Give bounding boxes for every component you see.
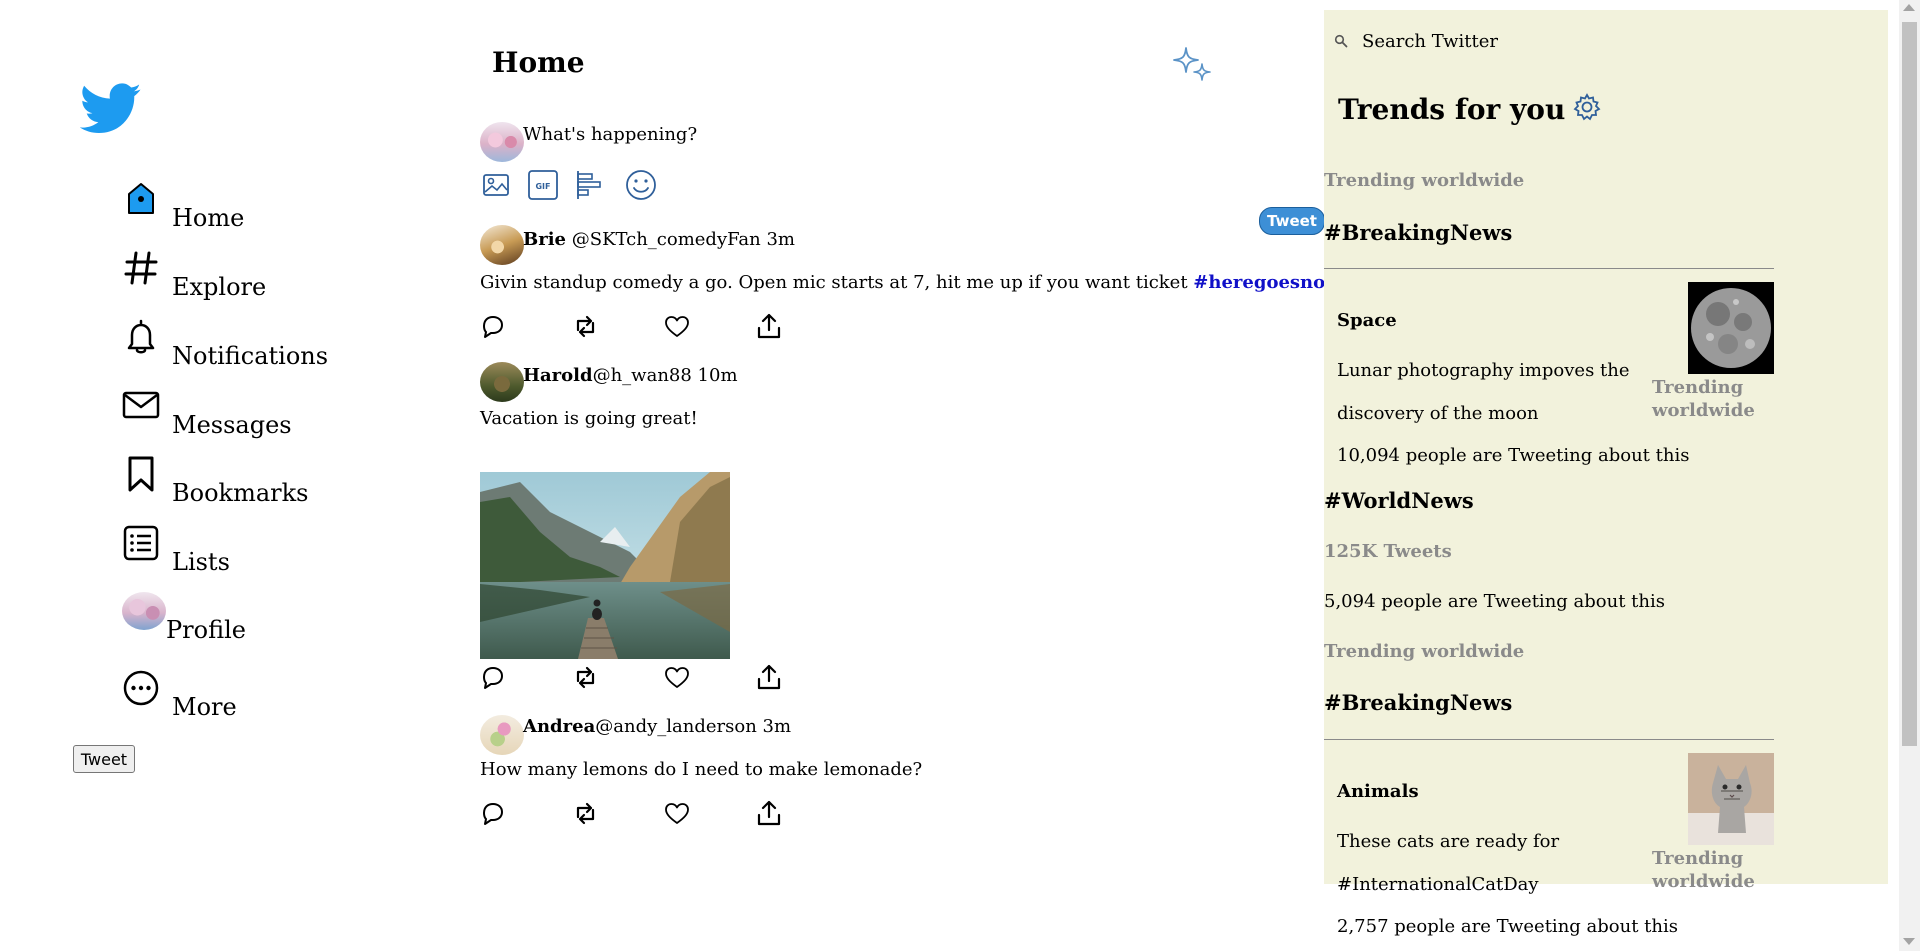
- trend-topic[interactable]: Space: [1337, 310, 1397, 331]
- tweet-header: Andrea@andy_landerson 3m: [523, 716, 791, 737]
- tweet-text-body: Givin standup comedy a go. Open mic star…: [480, 272, 1194, 293]
- moon-image[interactable]: [1688, 282, 1774, 374]
- tweet-handle-time: @SKTch_comedyFan 3m: [571, 229, 795, 250]
- like-icon[interactable]: [662, 311, 692, 341]
- tweet-text: How many lemons do I need to make lemona…: [480, 759, 923, 780]
- nav-explore[interactable]: Explore: [122, 249, 322, 301]
- sparkle-icon[interactable]: [1172, 44, 1214, 86]
- nav-lists-label: Lists: [172, 548, 230, 576]
- gif-icon[interactable]: GIF: [526, 168, 560, 202]
- tweet-handle-time: @andy_landerson 3m: [595, 716, 792, 737]
- nav-profile[interactable]: Profile: [122, 592, 322, 644]
- trends-heading: Trends for you: [1338, 93, 1566, 126]
- floating-tweet-button[interactable]: Tweet: [1259, 207, 1325, 235]
- tweet-author-name[interactable]: Brie: [523, 229, 566, 250]
- nav-bookmarks-label: Bookmarks: [172, 479, 309, 507]
- reply-icon[interactable]: [478, 311, 508, 341]
- nav-notifications[interactable]: Notifications: [122, 318, 352, 370]
- profile-avatar: [122, 592, 166, 630]
- tweet-handle-time: @h_wan88 10m: [592, 365, 738, 386]
- like-icon[interactable]: [662, 798, 692, 828]
- retweet-icon[interactable]: [570, 311, 600, 341]
- nav-lists[interactable]: Lists: [122, 524, 322, 576]
- image-icon[interactable]: [480, 168, 514, 202]
- trend-context: Trending worldwide: [1652, 377, 1755, 421]
- hashtag-icon: [124, 251, 158, 285]
- trend-context: Trending worldwide: [1324, 170, 1525, 191]
- share-icon[interactable]: [754, 662, 784, 692]
- nav-explore-label: Explore: [172, 273, 267, 301]
- twitter-bird-icon[interactable]: [80, 82, 142, 136]
- nav-home-label: Home: [172, 204, 245, 232]
- tweet-text: Vacation is going great!: [480, 408, 698, 429]
- bookmark-icon: [128, 456, 154, 492]
- more-icon: [123, 670, 159, 706]
- search-input[interactable]: Search Twitter: [1362, 31, 1498, 52]
- home-icon: [128, 183, 154, 214]
- share-icon[interactable]: [754, 798, 784, 828]
- like-icon[interactable]: [662, 662, 692, 692]
- retweet-icon[interactable]: [570, 662, 600, 692]
- bell-icon: [127, 319, 155, 354]
- tweet-author-name[interactable]: Andrea: [523, 716, 595, 737]
- trend-hashtag[interactable]: #BreakingNews: [1324, 220, 1512, 245]
- scroll-down-arrow[interactable]: [1903, 938, 1915, 945]
- composer-input[interactable]: What's happening?: [523, 124, 697, 145]
- nav-messages[interactable]: Messages: [122, 387, 322, 439]
- retweet-icon[interactable]: [570, 798, 600, 828]
- reply-icon[interactable]: [478, 798, 508, 828]
- composer-avatar: [480, 122, 524, 162]
- svg-text:GIF: GIF: [535, 182, 550, 191]
- trend-description: Lunar photography impoves the discovery …: [1337, 360, 1630, 424]
- tweet-avatar[interactable]: [480, 362, 524, 402]
- cat-image[interactable]: [1688, 753, 1774, 845]
- tweet-author-name[interactable]: Harold: [523, 365, 593, 386]
- nav-bookmarks[interactable]: Bookmarks: [122, 455, 322, 507]
- gear-icon[interactable]: [1572, 92, 1602, 122]
- lake-landscape-image: [480, 472, 730, 659]
- poll-icon[interactable]: [574, 168, 608, 202]
- scroll-up-arrow[interactable]: [1903, 4, 1915, 11]
- trend-context: Trending worldwide: [1324, 641, 1525, 662]
- share-icon[interactable]: [754, 311, 784, 341]
- nav-profile-label: Profile: [166, 616, 246, 644]
- tweet-avatar[interactable]: [480, 225, 524, 265]
- reply-icon[interactable]: [478, 662, 508, 692]
- nav-home[interactable]: Home: [122, 180, 322, 232]
- tweet-header: Harold@h_wan88 10m: [523, 365, 738, 386]
- trend-context: Trending worldwide: [1652, 848, 1755, 892]
- trend-description: These cats are ready for #InternationalC…: [1337, 831, 1560, 895]
- search-icon: [1334, 34, 1348, 48]
- nav-more[interactable]: More: [122, 669, 322, 721]
- trend-tweet-count: 5,094 people are Tweeting about this: [1324, 591, 1665, 612]
- list-icon: [123, 525, 159, 561]
- page-title: Home: [492, 46, 585, 79]
- tweet-text: Givin standup comedy a go. Open mic star…: [480, 272, 1379, 293]
- trend-topic[interactable]: Animals: [1337, 781, 1419, 802]
- trend-tweet-volume: 125K Tweets: [1324, 541, 1452, 562]
- divider: [1324, 268, 1774, 269]
- tweet-photo[interactable]: [480, 472, 730, 659]
- divider: [1324, 739, 1774, 740]
- trend-tweet-count: 2,757 people are Tweeting about this: [1337, 916, 1678, 937]
- tweet-avatar[interactable]: [480, 715, 524, 755]
- emoji-icon[interactable]: [624, 168, 658, 202]
- trend-tweet-count: 10,094 people are Tweeting about this: [1337, 445, 1690, 466]
- envelope-icon: [122, 391, 160, 419]
- nav-messages-label: Messages: [172, 411, 292, 439]
- tweet-header: Brie @SKTch_comedyFan 3m: [523, 229, 795, 250]
- nav-more-label: More: [172, 693, 237, 721]
- tweet-button[interactable]: Tweet: [73, 745, 135, 773]
- scrollbar-thumb[interactable]: [1902, 22, 1917, 746]
- trend-hashtag[interactable]: #WorldNews: [1324, 488, 1474, 513]
- trend-hashtag[interactable]: #BreakingNews: [1324, 690, 1512, 715]
- nav-notifications-label: Notifications: [172, 342, 329, 370]
